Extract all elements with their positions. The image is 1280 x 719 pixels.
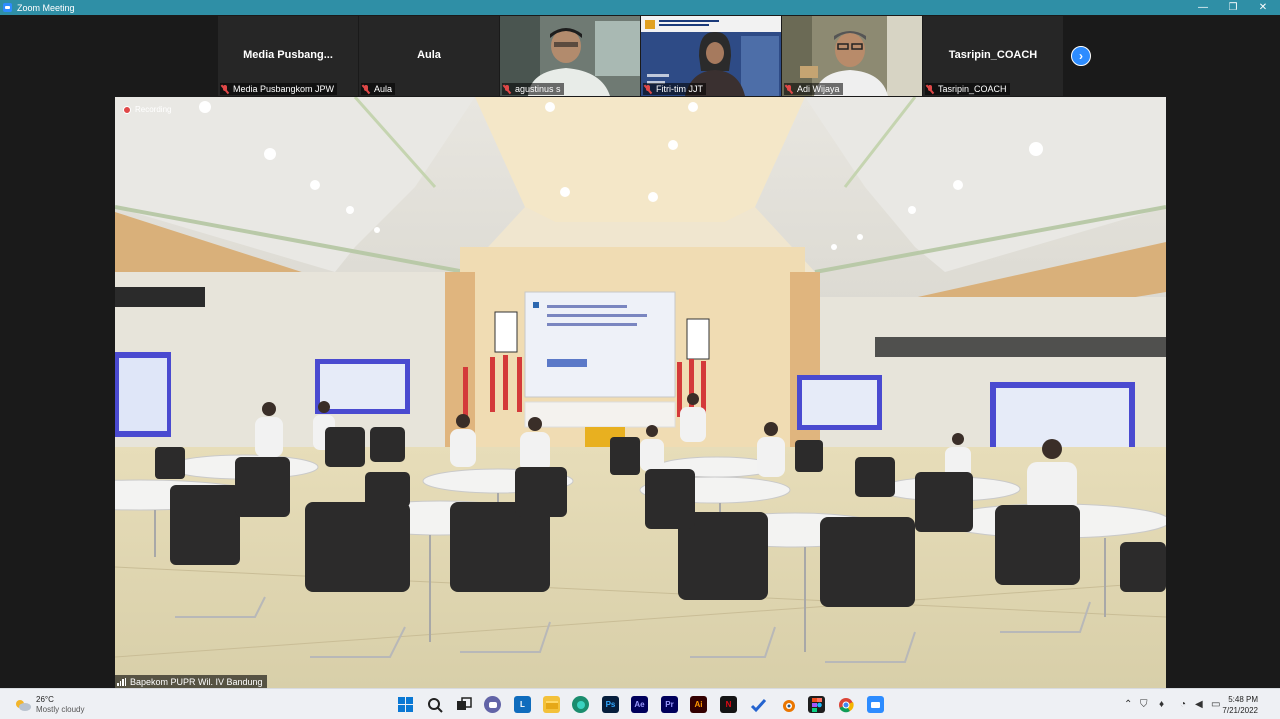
- premiere-icon: Pr: [665, 700, 674, 709]
- learn-app-icon: L: [520, 700, 525, 709]
- clock-time: 5:48 PM: [1228, 695, 1258, 704]
- photoshop-icon: Ps: [605, 700, 616, 709]
- participant-label-text: Adi Wijaya: [797, 84, 840, 94]
- record-dot-icon: [123, 105, 131, 114]
- mic-muted-icon: [503, 84, 511, 94]
- taskbar-app-illustrator[interactable]: Ai: [690, 696, 707, 713]
- participant-label-text: agustinus s: [515, 84, 561, 94]
- participant-label-text: Aula: [374, 84, 393, 94]
- participant-label-text: Tasripin_COACH: [938, 84, 1007, 94]
- window-title: Zoom Meeting: [17, 2, 75, 13]
- taskbar-app-netflix[interactable]: N: [720, 696, 737, 713]
- participant-tile[interactable]: Tasripin_COACH Tasripin_COACH: [923, 16, 1063, 96]
- zoom-camera-icon: [871, 701, 880, 708]
- windows-taskbar: 26°C Mostly cloudy L Ps Ae Pr Ai N ⌃ ⛉ ♦…: [0, 688, 1280, 719]
- checkmark-icon: [750, 698, 766, 712]
- clock-date: 7/21/2022: [1222, 706, 1258, 715]
- figma-button[interactable]: [808, 696, 825, 713]
- speaker-name: Bapekom PUPR Wil. IV Bandung: [130, 676, 263, 687]
- folder-icon: [545, 700, 558, 709]
- chrome-button[interactable]: [837, 696, 854, 713]
- weather-widget[interactable]: 26°C Mostly cloudy: [14, 695, 84, 715]
- mic-muted-icon: [785, 84, 793, 94]
- file-explorer-button[interactable]: [543, 696, 560, 713]
- participant-tile-video[interactable]: Fitri-tim JJT: [641, 16, 781, 96]
- recording-indicator: Recording: [123, 105, 171, 114]
- zoom-app-icon: [3, 3, 12, 12]
- speaker-name-label: Bapekom PUPR Wil. IV Bandung: [115, 675, 267, 688]
- active-speaker-video[interactable]: Recording Bapekom PUPR Wil. IV Bandung: [115, 97, 1166, 688]
- minimize-button[interactable]: —: [1188, 0, 1218, 15]
- participant-name: Aula: [417, 49, 441, 61]
- show-hidden-icons-chevron-up-icon[interactable]: ⌃: [1124, 699, 1132, 710]
- weather-temp: 26°C: [36, 695, 54, 704]
- edge-icon: [576, 700, 585, 709]
- blender-icon: [782, 699, 795, 712]
- recording-label: Recording: [135, 105, 172, 114]
- mic-muted-icon: [926, 84, 934, 94]
- wifi-icon[interactable]: ◔: [1180, 699, 1186, 710]
- weather-condition: Mostly cloudy: [36, 705, 85, 714]
- chat-button[interactable]: [484, 696, 501, 713]
- participant-label-text: Fitri-tim JJT: [656, 84, 703, 94]
- participant-label: agustinus s: [502, 83, 564, 95]
- after-effects-icon: Ae: [634, 700, 645, 709]
- participant-name: Tasripin_COACH: [948, 49, 1038, 61]
- participant-label-text: Media Pusbangkom JPW: [233, 84, 335, 94]
- signal-bars-icon: [117, 677, 127, 686]
- zoom-meeting-area: Media Pusbang... Media Pusbangkom JPW Au…: [0, 15, 1280, 688]
- clock[interactable]: 5:48 PM 7/21/2022: [1222, 694, 1258, 716]
- participant-label: Aula: [361, 83, 396, 95]
- chrome-icon: [838, 697, 854, 712]
- illustrator-icon: Ai: [694, 700, 703, 709]
- chat-icon: [488, 701, 497, 708]
- taskbar-app-learn[interactable]: L: [514, 696, 531, 713]
- netflix-icon: N: [725, 700, 732, 709]
- mic-muted-icon: [644, 84, 652, 94]
- mic-muted-icon: [362, 84, 370, 94]
- participant-tile[interactable]: Media Pusbang... Media Pusbangkom JPW: [218, 16, 358, 96]
- cloudy-weather-icon: [16, 700, 31, 711]
- participant-label: Adi Wijaya: [784, 83, 843, 95]
- task-view-icon: [456, 696, 472, 710]
- window-title-bar: Zoom Meeting — ❐ ✕: [0, 0, 1280, 15]
- next-page-chevron-right-icon[interactable]: ›: [1071, 46, 1091, 66]
- participant-label: Fitri-tim JJT: [643, 83, 706, 95]
- start-button[interactable]: [397, 696, 414, 713]
- windows-logo-icon: [397, 696, 413, 712]
- taskbar-app-photoshop[interactable]: Ps: [602, 696, 619, 713]
- battery-icon[interactable]: ▭: [1211, 699, 1220, 710]
- task-view-button[interactable]: [455, 696, 472, 713]
- volume-icon[interactable]: ◀: [1195, 699, 1203, 710]
- participant-tile[interactable]: Aula Aula: [359, 16, 499, 96]
- search-button[interactable]: [426, 696, 443, 713]
- figma-icon: [811, 697, 822, 712]
- zoom-taskbar-button[interactable]: [867, 696, 884, 713]
- microphone-icon[interactable]: ♦: [1159, 699, 1164, 710]
- taskbar-app-after-effects[interactable]: Ae: [631, 696, 648, 713]
- search-icon: [427, 697, 443, 713]
- participant-name: Media Pusbang...: [243, 49, 333, 61]
- conference-room-scene: [115, 97, 1166, 688]
- participant-label: Tasripin_COACH: [925, 83, 1010, 95]
- participant-label: Media Pusbangkom JPW: [220, 83, 338, 95]
- edge-browser-button[interactable]: [572, 696, 589, 713]
- mic-muted-icon: [221, 84, 229, 94]
- participant-tile-video[interactable]: agustinus s: [500, 16, 640, 96]
- todo-button[interactable]: [749, 696, 766, 713]
- taskbar-app-premiere[interactable]: Pr: [661, 696, 678, 713]
- close-button[interactable]: ✕: [1248, 0, 1278, 15]
- blender-button[interactable]: [779, 696, 796, 713]
- participant-tile-video[interactable]: Adi Wijaya: [782, 16, 922, 96]
- security-shield-icon[interactable]: ⛉: [1140, 699, 1148, 710]
- gallery-strip: Media Pusbang... Media Pusbangkom JPW Au…: [218, 16, 1064, 96]
- maximize-button[interactable]: ❐: [1218, 0, 1248, 15]
